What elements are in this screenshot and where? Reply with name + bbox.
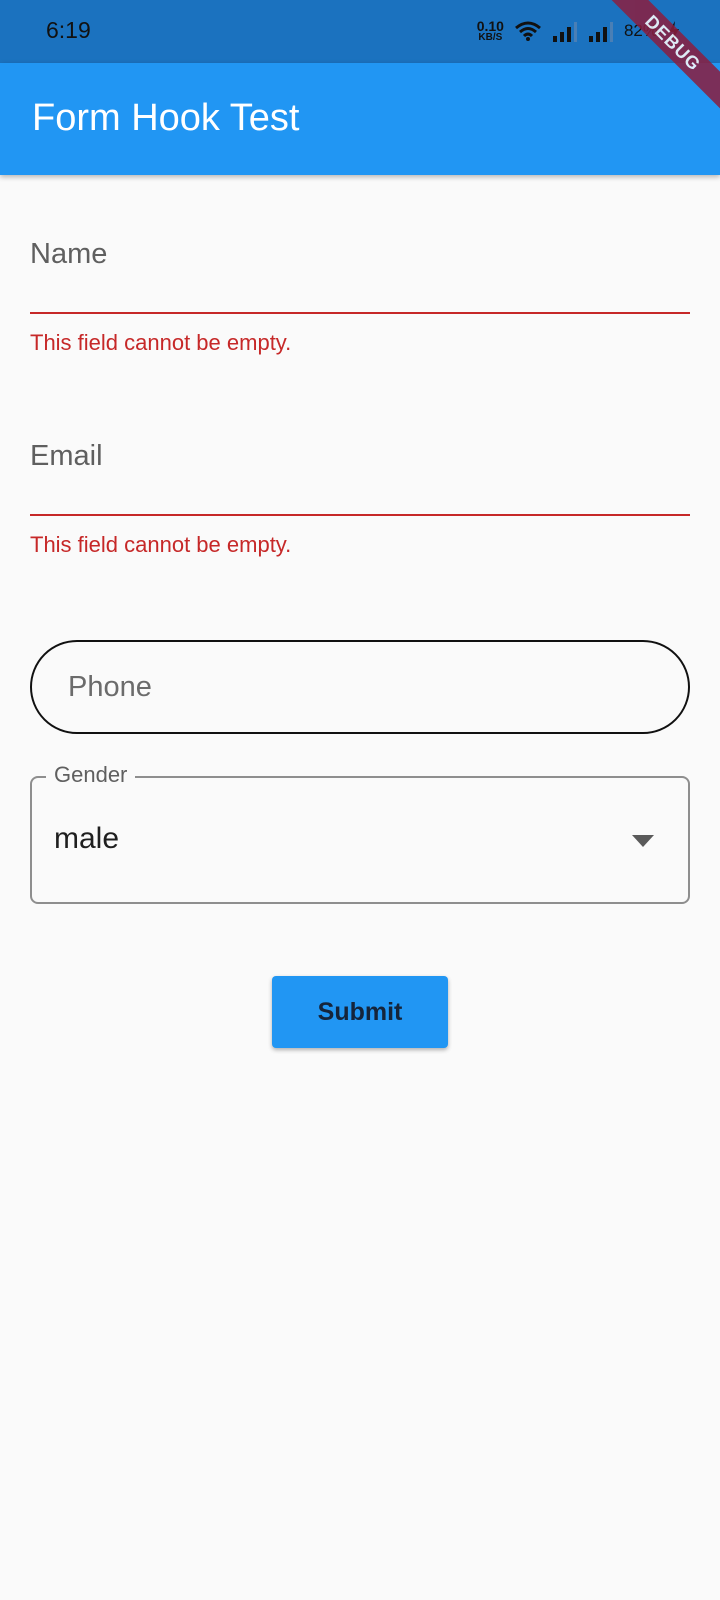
gender-selected-value: male	[54, 822, 120, 855]
email-error: This field cannot be empty.	[30, 532, 292, 557]
signal-icon	[552, 20, 578, 42]
email-underline	[30, 514, 690, 516]
submit-button[interactable]: Submit	[272, 976, 448, 1048]
name-field[interactable]: Name This field cannot be empty.	[30, 238, 690, 358]
page-title: Form Hook Test	[32, 97, 300, 139]
network-speed: 0.10 KB/S	[477, 19, 504, 43]
signal-icon	[588, 20, 614, 42]
name-label: Name	[30, 238, 108, 270]
network-speed-value: 0.10	[476, 18, 504, 34]
name-error: This field cannot be empty.	[30, 330, 292, 355]
gender-dropdown[interactable]: Gender male	[30, 762, 690, 904]
dropdown-arrow-icon[interactable]	[632, 834, 654, 852]
status-time: 6:19	[46, 17, 91, 43]
status-bar: 6:19 0.10 KB/S 82%	[0, 0, 720, 63]
screen: 6:19 0.10 KB/S 82% DEBUG Form Hook Test …	[0, 0, 720, 1600]
email-field[interactable]: Email This field cannot be empty.	[30, 440, 690, 560]
phone-field[interactable]	[30, 640, 690, 734]
phone-input[interactable]	[68, 642, 648, 732]
wifi-icon	[514, 20, 542, 42]
gender-label: Gender	[46, 762, 136, 788]
app-bar: Form Hook Test	[0, 63, 720, 175]
network-speed-unit: KB/S	[478, 32, 503, 43]
name-underline	[30, 312, 690, 314]
email-label: Email	[30, 440, 103, 472]
